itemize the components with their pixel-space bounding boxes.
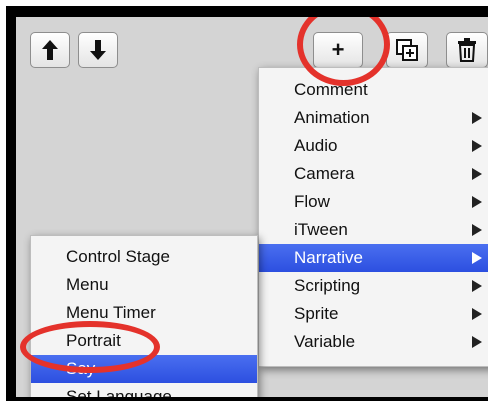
add-command-menu: Comment Animation Audio Camera Flow iTween Nar… xyxy=(258,67,488,367)
arrow-down-icon xyxy=(90,40,106,60)
menu-item-variable[interactable]: Variable xyxy=(259,328,488,356)
submenu-arrow-icon xyxy=(472,280,482,292)
menu-item-label: Flow xyxy=(294,192,330,211)
submenu-arrow-icon xyxy=(472,224,482,236)
submenu-arrow-icon xyxy=(472,308,482,320)
menu-item-label: Comment xyxy=(294,80,368,99)
menu-item-camera[interactable]: Camera xyxy=(259,160,488,188)
menu-item-label: Audio xyxy=(294,136,338,155)
add-label: + xyxy=(331,37,345,62)
submenu-arrow-icon xyxy=(472,196,482,208)
commands-panel: + Comment Animation Audio Camera Flow iTween N… xyxy=(16,17,488,397)
menu-item-itween[interactable]: iTween xyxy=(259,216,488,244)
narrative-item-set-language[interactable]: Set Language xyxy=(31,383,257,397)
menu-item-comment[interactable]: Comment xyxy=(259,76,488,104)
menu-item-label: Camera xyxy=(294,164,355,183)
menu-item-label: Scripting xyxy=(294,276,361,295)
menu-item-label: Menu Timer xyxy=(66,303,156,322)
narrative-item-control-stage[interactable]: Control Stage xyxy=(31,243,257,271)
menu-item-flow[interactable]: Flow xyxy=(259,188,488,216)
menu-item-animation[interactable]: Animation xyxy=(259,104,488,132)
menu-item-label: iTween xyxy=(294,220,348,239)
menu-item-label: Menu xyxy=(66,275,109,294)
arrow-up-icon xyxy=(42,40,58,60)
submenu-arrow-icon xyxy=(472,168,482,180)
menu-item-narrative[interactable]: Narrative xyxy=(259,244,488,272)
menu-item-label: Animation xyxy=(294,108,370,127)
narrative-item-menu[interactable]: Menu xyxy=(31,271,257,299)
move-down-button[interactable] xyxy=(78,32,118,68)
menu-item-label: Control Stage xyxy=(66,247,170,266)
duplicate-button[interactable] xyxy=(386,32,428,68)
trash-icon xyxy=(458,38,476,62)
menu-item-label: Narrative xyxy=(294,248,363,267)
add-command-button[interactable]: + xyxy=(313,32,363,68)
submenu-arrow-icon xyxy=(472,252,482,264)
menu-item-label: Variable xyxy=(294,332,356,351)
duplicate-icon xyxy=(396,39,418,61)
menu-item-label: Portrait xyxy=(66,331,121,350)
narrative-item-menu-timer[interactable]: Menu Timer xyxy=(31,299,257,327)
menu-item-sprite[interactable]: Sprite xyxy=(259,300,488,328)
delete-button[interactable] xyxy=(446,32,488,68)
menu-item-label: Set Language xyxy=(66,387,172,397)
menu-item-scripting[interactable]: Scripting xyxy=(259,272,488,300)
submenu-arrow-icon xyxy=(472,112,482,124)
menu-item-label: Say xyxy=(66,359,96,378)
narrative-item-portrait[interactable]: Portrait xyxy=(31,327,257,355)
narrative-submenu: Control Stage Menu Menu Timer Portrait Say Se… xyxy=(30,235,258,397)
submenu-arrow-icon xyxy=(472,140,482,152)
submenu-arrow-icon xyxy=(472,336,482,348)
narrative-item-say[interactable]: Say xyxy=(31,355,257,383)
move-up-button[interactable] xyxy=(30,32,70,68)
menu-item-label: Sprite xyxy=(294,304,339,323)
menu-item-audio[interactable]: Audio xyxy=(259,132,488,160)
